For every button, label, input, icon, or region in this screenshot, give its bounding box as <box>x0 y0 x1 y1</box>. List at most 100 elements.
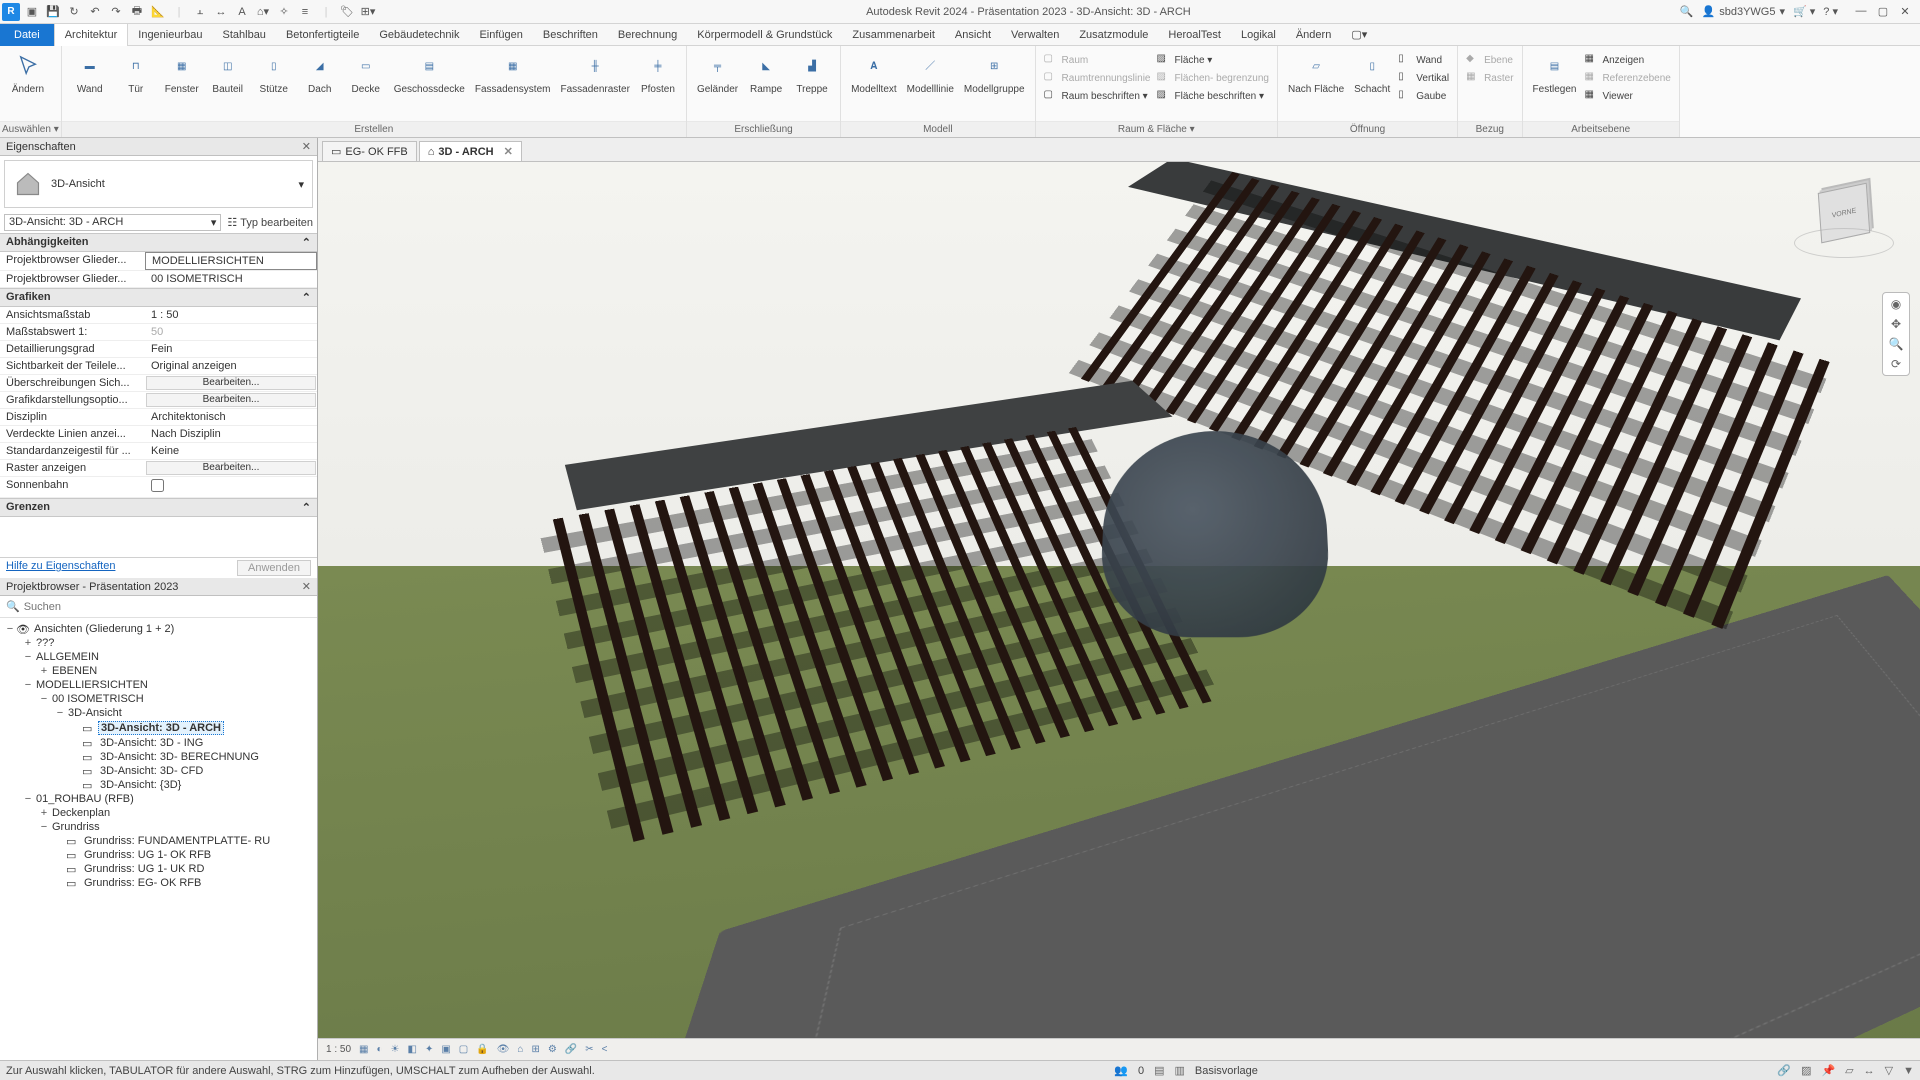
ribbon-fassadenraster-button[interactable]: ╫Fassadenraster <box>556 50 633 97</box>
detail-level-icon[interactable]: ▦ <box>359 1044 368 1055</box>
tree-node[interactable]: ▭Grundriss: FUNDAMENTPLATTE- RU <box>2 834 315 848</box>
tree-node[interactable]: −ALLGEMEIN <box>2 650 315 664</box>
menu-heroaltest[interactable]: HeroalTest <box>1158 24 1231 46</box>
qat-print-icon[interactable]: 🖶 <box>128 3 146 21</box>
background-icon[interactable]: ▽ <box>1885 1064 1893 1077</box>
menu-logikal[interactable]: Logikal <box>1231 24 1286 46</box>
ribbon-opening-0-button[interactable]: ▯Wand <box>1396 52 1451 68</box>
datum-grid-button[interactable]: ▦Raster <box>1464 70 1515 86</box>
tree-node[interactable]: −3D-Ansicht <box>2 706 315 720</box>
properties-help-link[interactable]: Hilfe zu Eigenschaften <box>6 560 115 576</box>
menu-overflow[interactable]: ▢▾ <box>1341 24 1377 46</box>
nav-orbit-icon[interactable]: ⟳ <box>1891 357 1901 371</box>
qat-open-icon[interactable]: ▣ <box>23 3 41 21</box>
qat-dim-icon[interactable]: ↔ <box>212 3 230 21</box>
lock-view-icon[interactable]: 🔒 <box>476 1044 488 1055</box>
menu-zusammenarbeit[interactable]: Zusammenarbeit <box>842 24 945 46</box>
qat-switch-icon[interactable]: ⊞▾ <box>359 3 377 21</box>
qat-measure-icon[interactable]: 📐 <box>149 3 167 21</box>
ribbon-wand-button[interactable]: ▬Wand <box>68 50 112 97</box>
twisty-icon[interactable]: + <box>22 637 34 649</box>
tree-node[interactable]: ▭3D-Ansicht: 3D - ARCH <box>2 720 315 736</box>
prop-edit-button[interactable]: Bearbeiten... <box>146 376 316 390</box>
qat-section-icon[interactable]: ✧ <box>275 3 293 21</box>
app-logo-icon[interactable]: R <box>2 3 20 21</box>
properties-close-icon[interactable]: ✕ <box>302 140 311 153</box>
twisty-icon[interactable]: − <box>22 793 34 805</box>
twisty-icon[interactable]: − <box>4 623 16 635</box>
ribbon-decke-button[interactable]: ▭Decke <box>344 50 388 97</box>
instance-selector[interactable]: 3D-Ansicht: 3D - ARCH▾ <box>4 214 221 231</box>
ribbon-workplane-2-button[interactable]: ▦Viewer <box>1582 88 1672 104</box>
properties-list[interactable]: Abhängigkeiten⌃Projektbrowser Glieder...… <box>0 233 317 557</box>
menu-verwalten[interactable]: Verwalten <box>1001 24 1069 46</box>
prop-value[interactable]: 1 : 50 <box>145 307 317 323</box>
twisty-icon[interactable]: − <box>38 821 50 833</box>
menu-gebaeudetechnik[interactable]: Gebäudetechnik <box>369 24 469 46</box>
ribbon-flaeche-2-button[interactable]: ▨Fläche beschriften ▾ <box>1154 88 1271 104</box>
menu-ingenieurbau[interactable]: Ingenieurbau <box>128 24 212 46</box>
sun-path-icon[interactable]: ☀ <box>391 1044 400 1055</box>
ribbon-fassadensystem-button[interactable]: ▦Fassadensystem <box>471 50 555 97</box>
search-input[interactable] <box>24 601 311 613</box>
twisty-icon[interactable]: − <box>22 651 34 663</box>
tree-node[interactable]: ▭3D-Ansicht: {3D} <box>2 778 315 792</box>
ribbon-tür-button[interactable]: ⊓Tür <box>114 50 158 97</box>
tree-node[interactable]: −00 ISOMETRISCH <box>2 692 315 706</box>
select-face-icon[interactable]: ▱ <box>1845 1064 1853 1077</box>
search-title-icon[interactable]: 🔍 <box>1680 5 1694 18</box>
menu-berechnung[interactable]: Berechnung <box>608 24 687 46</box>
prop-checkbox[interactable] <box>151 479 164 492</box>
cart-icon[interactable]: 🛒 ▾ <box>1793 5 1815 18</box>
tree-node[interactable]: −MODELLIERSICHTEN <box>2 678 315 692</box>
ribbon-raum-0-button[interactable]: ▢Raum <box>1042 52 1153 68</box>
prop-category[interactable]: Grafiken⌃ <box>0 288 317 307</box>
ribbon-opening-2-button[interactable]: ▯Gaube <box>1396 88 1451 104</box>
qat-3d-icon[interactable]: ≡ <box>296 3 314 21</box>
collapse-icon[interactable]: ⌃ <box>302 236 311 249</box>
visual-style-icon[interactable]: ◐ <box>376 1044 382 1055</box>
browser-close-icon[interactable]: ✕ <box>302 580 311 593</box>
temp-hide-icon[interactable]: 👁 <box>497 1044 510 1055</box>
minimize-button[interactable]: — <box>1854 5 1868 18</box>
workset-icon[interactable]: 👥 <box>1114 1064 1128 1077</box>
crop-icon[interactable]: ▣ <box>441 1044 450 1055</box>
ribbon-geländer-button[interactable]: ╤Geländer <box>693 50 742 97</box>
design-options-icon[interactable]: ▤ <box>1154 1064 1164 1077</box>
prop-edit-button[interactable]: Bearbeiten... <box>146 393 316 407</box>
viewport-3d[interactable]: VORNE ◉ ✥ 🔍 ⟳ 1 : 50 ▦ ◐ ☀ ◧ ✦ ▣ ▢ 🔒 👁 <box>318 162 1920 1060</box>
ribbon-flaeche-0-button[interactable]: ▨Fläche ▾ <box>1154 52 1271 68</box>
tree-node[interactable]: ▭3D-Ansicht: 3D - ING <box>2 736 315 750</box>
crop-visible-icon[interactable]: ▢ <box>459 1044 468 1055</box>
prop-value[interactable]: Fein <box>145 341 317 357</box>
tree-node[interactable]: ▭Grundriss: UG 1- UK RD <box>2 862 315 876</box>
expand-icon[interactable]: < <box>602 1044 608 1055</box>
tree-node[interactable]: ▭3D-Ansicht: 3D- CFD <box>2 764 315 778</box>
prop-value[interactable]: 50 <box>145 324 317 340</box>
qat-align-icon[interactable]: ⫠ <box>191 3 209 21</box>
ribbon-flaeche-1-button[interactable]: ▨Flächen- begrenzung <box>1154 70 1271 86</box>
prop-category[interactable]: Abhängigkeiten⌃ <box>0 233 317 252</box>
menu-zusatzmodule[interactable]: Zusatzmodule <box>1069 24 1158 46</box>
select-pinned-icon[interactable]: 📌 <box>1821 1064 1835 1077</box>
tree-node[interactable]: ▭Grundriss: UG 1- OK RFB <box>2 848 315 862</box>
datum-level-button[interactable]: ◆Ebene <box>1464 52 1515 68</box>
set-workplane-button[interactable]: ▤Festlegen <box>1529 50 1581 97</box>
nav-pan-icon[interactable]: ✥ <box>1891 317 1901 331</box>
ribbon-modelltext-button[interactable]: 𝐀Modelltext <box>847 50 901 97</box>
twisty-icon[interactable]: + <box>38 665 50 677</box>
view-cube-compass[interactable] <box>1794 228 1894 258</box>
prop-category[interactable]: Grenzen⌃ <box>0 498 317 517</box>
tree-node[interactable]: ▭Grundriss: EG- OK RFB <box>2 876 315 890</box>
render-icon[interactable]: ✦ <box>425 1044 433 1055</box>
prop-edit-button[interactable]: Bearbeiten... <box>146 461 316 475</box>
menu-koerpermodell[interactable]: Körpermodell & Grundstück <box>687 24 842 46</box>
edit-type-button[interactable]: ☷Typ bearbeiten <box>227 216 313 229</box>
tree-node[interactable]: −Grundriss <box>2 820 315 834</box>
clip-icon[interactable]: ✂ <box>585 1044 593 1055</box>
ribbon-modellgruppe-button[interactable]: ⊞Modellgruppe <box>960 50 1029 97</box>
ribbon-stütze-button[interactable]: ▯Stütze <box>252 50 296 97</box>
menu-architektur[interactable]: Architektur <box>54 24 129 46</box>
view-cube[interactable]: VORNE <box>1784 178 1904 278</box>
view-tab-3d[interactable]: ⌂ 3D - ARCH ✕ <box>419 141 522 161</box>
